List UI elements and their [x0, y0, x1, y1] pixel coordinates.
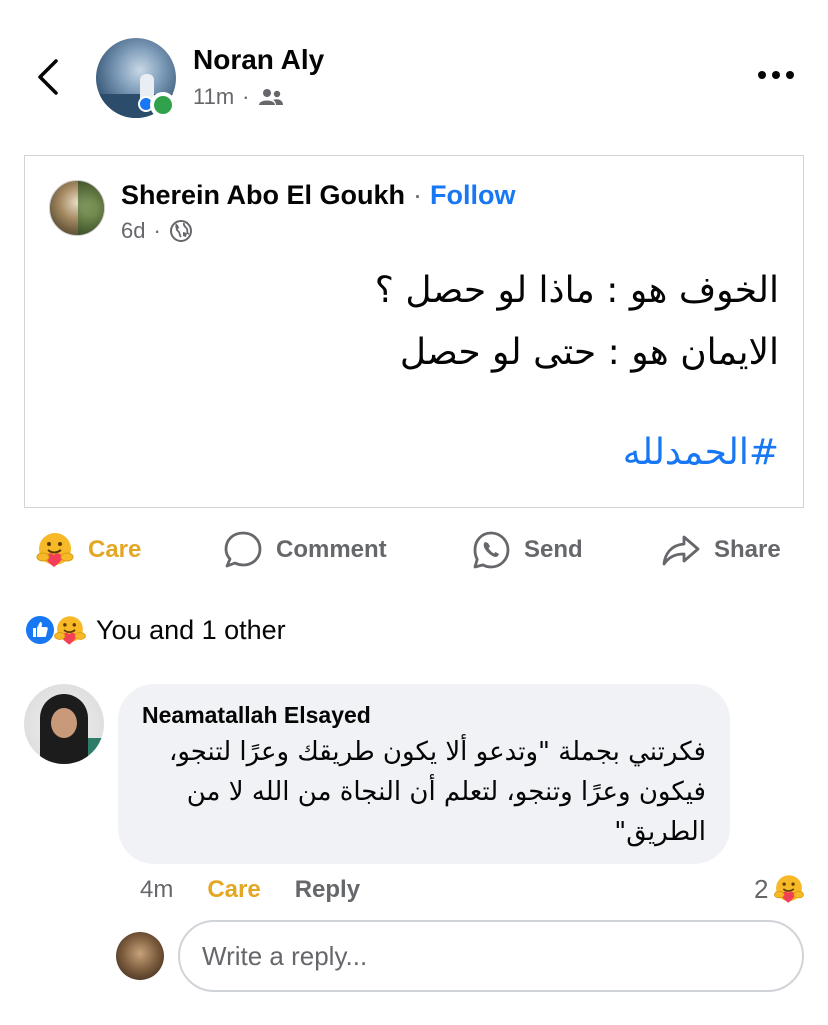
- reactions-summary-text: You and 1 other: [96, 614, 286, 645]
- shared-author-row: Sherein Abo El Goukh · Follow: [121, 180, 516, 211]
- comment-meta: 4m Care Reply: [140, 872, 360, 908]
- more-dots-icon: [758, 71, 766, 79]
- comment-button[interactable]: Comment: [222, 528, 387, 572]
- name-separator: ·: [413, 180, 423, 210]
- meta-separator: ·: [242, 84, 250, 109]
- post-meta: 11m ·: [193, 84, 284, 110]
- reactions-summary[interactable]: You and 1 other: [24, 610, 286, 650]
- reply-input[interactable]: [202, 936, 782, 976]
- chevron-left-icon: [38, 59, 58, 95]
- shared-author-name[interactable]: Sherein Abo El Goukh: [121, 180, 405, 211]
- send-button[interactable]: Send: [470, 528, 583, 572]
- comment-reply-button[interactable]: Reply: [295, 876, 360, 904]
- post-text-line: الايمان هو : حتى لو حصل: [399, 332, 779, 373]
- post-header: Noran Aly 11m ·: [0, 0, 828, 140]
- post-action-bar: Care Comment Send Share: [0, 520, 828, 580]
- comment-time: 4m: [140, 876, 174, 903]
- commenter-name[interactable]: Neamatallah Elsayed: [142, 702, 371, 729]
- comment-label: Comment: [276, 536, 387, 563]
- reaction-icons: [24, 612, 90, 648]
- shared-author-avatar[interactable]: [49, 180, 105, 236]
- comment-bubble[interactable]: Neamatallah Elsayed فكرتني بجملة "وتدعو …: [118, 684, 730, 864]
- comment-reaction-number: 2: [754, 873, 769, 904]
- globe-icon: [169, 220, 192, 242]
- comment-bubble-icon: [224, 531, 262, 568]
- follow-button[interactable]: Follow: [430, 180, 515, 211]
- commenter-avatar[interactable]: [24, 684, 104, 764]
- shared-post-text: الخوف هو : ماذا لو حصل ؟ الايمان هو : حت…: [179, 260, 779, 384]
- comment-reaction-count[interactable]: 2: [754, 870, 806, 908]
- comment-care-button[interactable]: Care: [207, 876, 260, 904]
- send-label: Send: [524, 536, 583, 563]
- shared-post-time: 6d: [121, 218, 146, 243]
- shared-post-meta: 6d ·: [121, 218, 193, 244]
- hashtag-link[interactable]: #الحمدلله: [623, 432, 779, 473]
- more-options-button[interactable]: [758, 64, 800, 86]
- back-button[interactable]: [30, 55, 66, 99]
- post-time: 11m: [193, 84, 235, 109]
- post-text-line: الخوف هو : ماذا لو حصل ؟: [374, 270, 779, 311]
- care-reaction-button[interactable]: Care: [34, 528, 141, 572]
- shared-meta-separator: ·: [153, 218, 161, 243]
- care-icon: [54, 614, 86, 645]
- current-user-avatar: [116, 932, 164, 980]
- care-icon: [36, 533, 74, 567]
- share-arrow-icon: [662, 535, 700, 566]
- comment-text: فكرتني بجملة "وتدعو ألا يكون طريقك وعرًا…: [168, 737, 706, 847]
- reply-box[interactable]: [178, 920, 804, 992]
- care-icon: [774, 875, 805, 903]
- share-button[interactable]: Share: [660, 528, 781, 572]
- whatsapp-icon: [473, 531, 510, 569]
- share-label: Share: [714, 536, 781, 563]
- care-label: Care: [88, 536, 142, 563]
- author-name[interactable]: Noran Aly: [193, 44, 324, 76]
- shared-post-card[interactable]: Sherein Abo El Goukh · Follow 6d · الخوف…: [24, 155, 804, 508]
- friends-icon: [258, 89, 283, 105]
- online-status-dot: [150, 92, 176, 118]
